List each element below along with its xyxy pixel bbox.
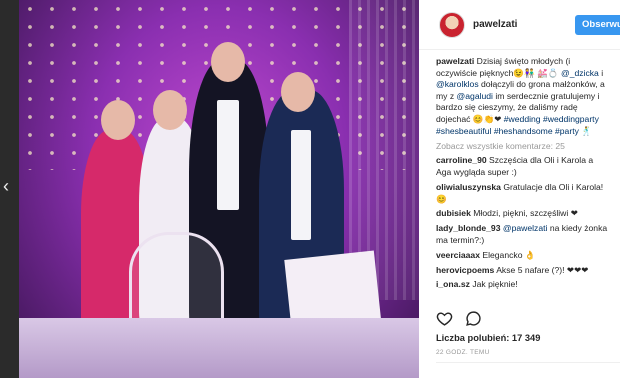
caption-link[interactable]: @agaludi: [457, 91, 493, 101]
comment-item: lady_blonde_93 @pawelzati na kiedy żonka…: [436, 223, 609, 247]
caption-link[interactable]: #party: [555, 126, 579, 136]
comment-icon[interactable]: [465, 310, 482, 327]
caption-link[interactable]: #heshandsome: [494, 126, 553, 136]
caption-link[interactable]: @_dzicka: [561, 68, 599, 78]
post-caption: pawelzati Dzisiaj święto młodych (i oczy…: [436, 56, 609, 137]
comment-item: i_ona.sz Jak pięknie!: [436, 279, 609, 291]
comment-username[interactable]: carroline_90: [436, 155, 487, 165]
caption-link[interactable]: #shesbeautiful: [436, 126, 491, 136]
head: [101, 100, 135, 140]
caption-link[interactable]: #weddingparty: [543, 114, 599, 124]
head: [281, 72, 315, 112]
head: [153, 90, 187, 130]
comment-username[interactable]: veerciaaax: [436, 250, 480, 260]
chevron-left-icon[interactable]: ‹: [3, 176, 9, 196]
follow-button[interactable]: Obserwuj: [575, 15, 620, 35]
divider: [436, 362, 620, 363]
username-link[interactable]: pawelzati: [473, 19, 517, 30]
comment-item: herovicpoems Akse 5 nafare (?)! ❤❤❤: [436, 265, 609, 277]
comment-username[interactable]: oliwialuszynska: [436, 182, 501, 192]
head: [211, 42, 245, 82]
caption-segment: 😉👫: [513, 67, 535, 78]
prev-post-strip: ‹: [0, 0, 19, 378]
caption-text: Dzisiaj święto młodych (i oczywiście pię…: [436, 56, 605, 136]
post-sidebar: pawelzati Obserwuj pawelzati Dzisiaj świ…: [419, 0, 620, 378]
caption-link[interactable]: #wedding: [504, 114, 541, 124]
comment-username[interactable]: i_ona.sz: [436, 279, 470, 289]
comment-mention[interactable]: @pawelzati: [503, 223, 548, 233]
comment-item: oliwialuszynska Gratulacje dla Oli i Kar…: [436, 182, 609, 206]
comment-text: Elegancko 👌: [482, 249, 536, 260]
caption-segment: 🕺: [578, 125, 592, 136]
caption-username[interactable]: pawelzati: [436, 56, 474, 66]
post-photo[interactable]: [19, 0, 419, 378]
post-header: pawelzati Obserwuj: [419, 0, 620, 50]
comment-username[interactable]: lady_blonde_93: [436, 223, 500, 233]
caption-link[interactable]: @karolklos: [436, 79, 479, 89]
comment-text: Jak pięknie!: [472, 279, 518, 290]
heart-icon[interactable]: [436, 310, 453, 327]
comment-text: Młodzi, piękni, szczęśliwi ❤: [473, 208, 578, 219]
comment-item: carroline_90 Szczęścia dla Oli i Karola …: [436, 155, 609, 179]
action-bar: [436, 310, 482, 327]
comment-item: veerciaaax Elegancko 👌: [436, 250, 609, 262]
table: [19, 318, 419, 378]
avatar[interactable]: [439, 11, 465, 38]
comment-text: Akse 5 nafare (?)! ❤❤❤: [496, 264, 589, 275]
comments-list: pawelzati Dzisiaj święto młodych (i oczy…: [419, 50, 609, 291]
comment-username[interactable]: herovicpoems: [436, 265, 494, 275]
caption-segment: i: [598, 67, 604, 78]
post-timestamp: 22 GODZ. TEMU: [436, 349, 490, 356]
caption-segment: 💒💍: [534, 67, 561, 78]
comment-item: dubisiek Młodzi, piękni, szczęśliwi ❤: [436, 208, 609, 220]
view-all-comments-link[interactable]: Zobacz wszystkie komentarze: 25: [436, 140, 609, 152]
comment-username[interactable]: dubisiek: [436, 208, 471, 218]
likes-count[interactable]: Liczba polubień: 17 349: [436, 333, 540, 343]
